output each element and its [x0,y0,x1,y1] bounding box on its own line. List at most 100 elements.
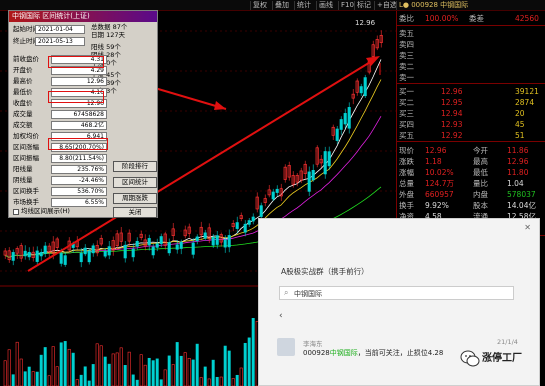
stat-label: 阴线量 [13,176,33,184]
close-icon[interactable]: ✕ [524,223,531,232]
day-count: 日期 127天 [91,31,125,39]
stat-label: 涨幅 [399,168,414,177]
close-button[interactable]: 关闭 [113,207,157,218]
stat-value: 8.80(211.54%) [51,154,107,163]
volume-bar [27,366,31,386]
stat-label: 区间涨幅 [13,143,39,151]
avatar [277,338,295,356]
volume-bar [87,380,91,386]
stat-value: 536.70% [51,187,107,196]
volume-bar [159,379,163,386]
bid-price: 12.94 [441,109,463,118]
quote-row: 涨幅 10.02% 最低 11.80 [397,167,545,178]
volume-bar [251,318,255,386]
stat-value: 468.2亿 [51,121,107,130]
quote-row: 现价 12.96 今开 11.86 [397,145,545,156]
quote-row: 卖五 [397,28,545,39]
volume-bar [79,374,83,386]
bid-price: 12.93 [441,120,463,129]
message-text[interactable]: 000928中钢国际，当前可关注，止损位4.28 [303,348,443,358]
volume-bar [83,366,87,386]
volume-bar [211,359,215,386]
bid-volume: 51 [515,131,525,140]
stat-value: 235.76% [51,165,107,174]
stock-title-bar: L● 000928 中钢国际 [396,1,470,10]
stat-label: 最高价 [13,77,33,85]
ma-checkbox-label: 均线区间展示(H) [21,207,70,215]
highlight-gain [48,138,108,150]
tab-mark[interactable]: 标记 [354,1,373,10]
tab-stats[interactable]: 统计 [294,1,313,10]
ma-checkbox[interactable] [13,209,19,215]
chat-title: A股极实战群（携手前行） [281,267,369,276]
quote-row: 买二 12.95 2874 [397,97,545,108]
stat-label: 市场换手 [13,198,39,206]
tab-overlay[interactable]: 叠加 [272,1,291,10]
volume-bar [131,374,135,386]
quote-row: 涨跌 1.18 最高 12.96 [397,156,545,167]
tab-draw[interactable]: 画线 [316,1,335,10]
stat-value: 9.92% [425,201,449,210]
bid-volume: 2874 [515,98,535,107]
stat-value: 660957 [425,190,454,199]
volume-bar [223,345,227,386]
volume-bar [135,379,139,386]
search-icon: ⌕ [284,288,289,297]
stat-value: 11.86 [507,146,529,155]
ask-label: 卖一 [399,73,414,82]
bid-volume: 45 [515,120,525,129]
quote-row: 总量 124.7万 量比 1.04 [397,178,545,189]
search-input[interactable]: ⌕ 中钢国际 [279,286,514,300]
sender-name: 李海东 [303,340,323,348]
volume-bar [227,350,231,386]
stat-value: 1.18 [425,157,442,166]
stat-label: 成交额 [13,121,33,129]
stat-label: 成交量 [13,110,33,118]
quote-row: 买一 12.96 39121 [397,86,545,97]
stat-label: 开盘价 [13,66,33,74]
quote-row: 卖四 [397,39,545,50]
volume-bar [155,358,159,386]
screenshot-root: 复权 叠加 统计 画线 F10 标记 +自选 L● 000928 中钢国际 12… [0,0,545,386]
stage-rank-button[interactable]: 阶段排行 [113,161,157,172]
volume-bar [123,365,127,386]
stat-label: 总量 [399,179,414,188]
stat-label: 现价 [399,146,414,155]
back-icon[interactable]: ‹ [279,311,283,321]
order-ratio-row: 委比 100.00% 委差 42560 [399,14,539,23]
stat-value: 67458628 [51,110,107,119]
quote-row: 外盘 660957 内盘 578037 [397,189,545,200]
ask-label: 卖三 [399,51,414,60]
volume-bar [215,376,219,386]
stat-label: 最低 [473,168,488,177]
ask-label: 卖四 [399,40,414,49]
cycle-change-button[interactable]: 周期涨跌 [113,193,157,204]
volume-bar [35,371,39,386]
start-date-field[interactable]: 2021-01-04 [35,25,85,34]
interval-stats-dialog: 中钢国际 区间统计(上证) 起始时间 2021-01-04 终止时间 2021-… [8,10,158,218]
bid-label: 买二 [399,98,414,107]
interval-stats-button[interactable]: 区间统计 [113,177,157,188]
stat-value: 578037 [507,190,536,199]
volume-bar [147,357,151,386]
quote-row: 换手 9.92% 股本 14.04亿 [397,200,545,211]
stat-label: 今开 [473,146,488,155]
bid-label: 买五 [399,131,414,140]
tab-restore[interactable]: 复权 [250,1,269,10]
end-date-field[interactable]: 2021-05-13 [35,37,85,46]
bid-label: 买三 [399,109,414,118]
stat-value: 12.96 [51,77,107,86]
volume-bar [235,374,239,386]
bid-volume: 20 [515,109,525,118]
highlight-close-price [48,91,104,103]
volume-bar [195,343,199,386]
ask-label: 卖二 [399,62,414,71]
chart-high-label: 12.96 [355,19,376,27]
stat-label: 股本 [473,201,488,210]
stat-label: 内盘 [473,190,488,199]
bid-label: 买四 [399,120,414,129]
volume-bar [59,342,63,386]
stat-value: -24.46% [51,176,107,185]
bid-volume: 39121 [515,87,539,96]
stat-label: 最低价 [13,88,33,96]
